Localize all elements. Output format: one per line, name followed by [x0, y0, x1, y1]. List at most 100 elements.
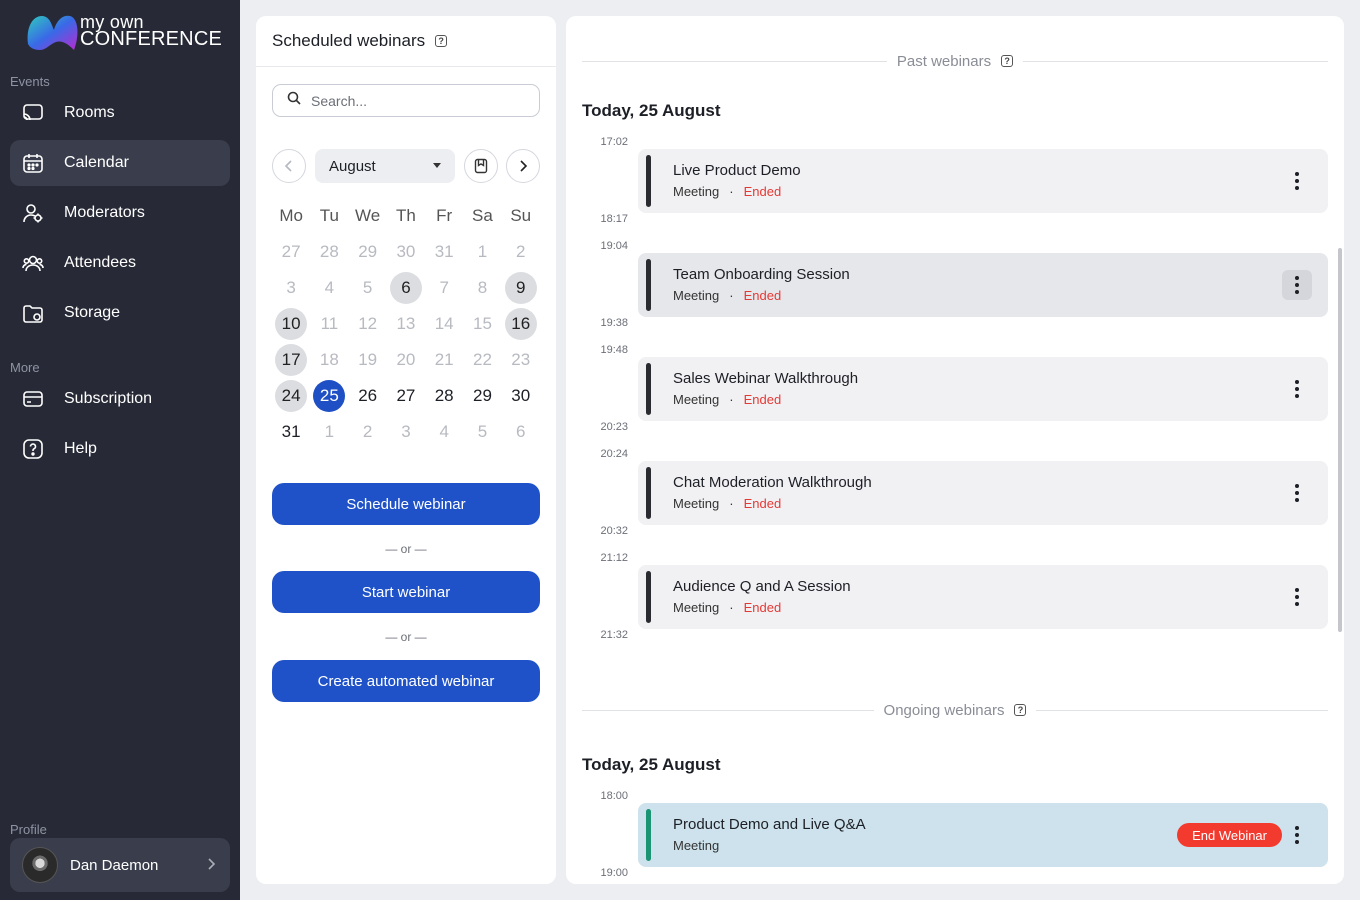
calendar-day[interactable]: 27	[387, 378, 425, 414]
bookmark-button[interactable]	[464, 149, 498, 183]
event-start-time: 20:24	[600, 448, 628, 460]
calendar-day[interactable]: 23	[502, 342, 540, 378]
more-options-button[interactable]	[1282, 374, 1312, 404]
event-status-bar	[646, 467, 651, 519]
more-options-button[interactable]	[1282, 820, 1312, 850]
weekday-label: Sa	[472, 206, 493, 225]
help-tooltip-icon[interactable]: ?	[1001, 55, 1014, 67]
start-webinar-button[interactable]: Start webinar	[272, 571, 540, 613]
calendar-day[interactable]: 31	[425, 234, 463, 270]
brand-logo[interactable]: my own CONFERENCE	[24, 10, 222, 54]
event-type: Meeting	[673, 184, 720, 199]
event-start-time: 19:04	[600, 240, 628, 252]
prev-month-button[interactable]	[272, 149, 306, 183]
event-status: Ended	[743, 600, 782, 615]
meta-separator: ·	[729, 600, 734, 615]
calendar-day[interactable]: 30	[387, 234, 425, 270]
calendar-day[interactable]: 2	[349, 414, 387, 450]
calendar-day[interactable]: 8	[463, 270, 501, 306]
sidebar-item-attendees[interactable]: Attendees	[10, 240, 230, 286]
event-card[interactable]: Sales Webinar Walkthrough Meeting · Ende…	[638, 357, 1328, 421]
sidebar-item-storage[interactable]: Storage	[10, 290, 230, 336]
calendar-day-with-events[interactable]: 6	[387, 270, 425, 306]
calendar-day[interactable]: 19	[349, 342, 387, 378]
more-options-button[interactable]	[1282, 166, 1312, 196]
event-end-time: 19:38	[600, 317, 628, 329]
calendar-day[interactable]: 31	[272, 414, 310, 450]
calendar-day[interactable]: 22	[463, 342, 501, 378]
chevron-left-icon	[284, 160, 292, 172]
calendar-week: 17 18 19 20 21 22 23	[272, 342, 540, 378]
calendar-day[interactable]: 3	[387, 414, 425, 450]
end-webinar-button[interactable]: End Webinar	[1177, 823, 1282, 847]
calendar-day[interactable]: 27	[272, 234, 310, 270]
more-options-button[interactable]	[1282, 582, 1312, 612]
event-card[interactable]: Live Product Demo Meeting · Ended	[638, 149, 1328, 213]
divider-line	[1036, 709, 1329, 711]
calendar-day[interactable]: 29	[463, 378, 501, 414]
weekday-label: Fr	[436, 206, 453, 225]
calendar-day[interactable]: 1	[463, 234, 501, 270]
sidebar-item-calendar[interactable]: Calendar	[10, 140, 230, 186]
calendar-day-with-events[interactable]: 10	[272, 306, 310, 342]
divider-line	[1023, 60, 1328, 62]
schedule-webinar-button[interactable]: Schedule webinar	[272, 483, 540, 525]
calendar-day[interactable]: 28	[425, 378, 463, 414]
sidebar-item-subscription[interactable]: Subscription	[10, 376, 230, 422]
scrollbar[interactable]	[1338, 248, 1342, 632]
calendar-day-with-events[interactable]: 16	[502, 306, 540, 342]
event-card[interactable]: Audience Q and A Session Meeting · Ended	[638, 565, 1328, 629]
ongoing-event-card[interactable]: Product Demo and Live Q&A Meeting End We…	[638, 803, 1328, 867]
moderator-icon	[22, 202, 44, 224]
help-tooltip-icon[interactable]: ?	[1014, 704, 1027, 716]
calendar-week: 3 4 5 6 7 8 9	[272, 270, 540, 306]
calendar-day[interactable]: 4	[425, 414, 463, 450]
calendar-day[interactable]: 15	[463, 306, 501, 342]
section-title-text: Past webinars	[896, 52, 992, 70]
event-card[interactable]: Team Onboarding Session Meeting · Ended	[638, 253, 1328, 317]
calendar-day[interactable]: 2	[502, 234, 540, 270]
profile-card[interactable]: Dan Daemon	[10, 838, 230, 892]
more-options-button[interactable]	[1282, 478, 1312, 508]
or-separator: — or —	[385, 542, 427, 556]
search-box[interactable]	[272, 84, 540, 117]
calendar-day-with-events[interactable]: 9	[502, 270, 540, 306]
calendar-day[interactable]: 14	[425, 306, 463, 342]
event-status-bar	[646, 809, 651, 861]
calendar-day[interactable]: 5	[349, 270, 387, 306]
brand-wordmark: my own CONFERENCE	[80, 13, 222, 49]
calendar-day-with-events[interactable]: 17	[272, 342, 310, 378]
calendar-day[interactable]: 28	[310, 234, 348, 270]
sidebar-item-moderators[interactable]: Moderators	[10, 190, 230, 236]
calendar-day[interactable]: 6	[502, 414, 540, 450]
search-input[interactable]	[311, 92, 511, 109]
sidebar-item-help[interactable]: Help	[10, 426, 230, 472]
calendar-day-today[interactable]: 25	[310, 378, 348, 414]
calendar-day[interactable]: 29	[349, 234, 387, 270]
calendar-day[interactable]: 11	[310, 306, 348, 342]
help-tooltip-icon[interactable]: ?	[435, 35, 448, 47]
calendar-day[interactable]: 26	[349, 378, 387, 414]
calendar-day[interactable]: 12	[349, 306, 387, 342]
calendar-day-with-events[interactable]: 24	[272, 378, 310, 414]
month-select[interactable]: August	[315, 149, 455, 183]
calendar-day[interactable]: 13	[387, 306, 425, 342]
calendar-day[interactable]: 20	[387, 342, 425, 378]
calendar-day[interactable]: 7	[425, 270, 463, 306]
month-select-value: August	[329, 157, 376, 175]
create-automated-webinar-button[interactable]: Create automated webinar	[272, 660, 540, 702]
event-status-bar	[646, 155, 651, 207]
calendar-day[interactable]: 3	[272, 270, 310, 306]
sidebar-item-rooms[interactable]: Rooms	[10, 90, 230, 136]
more-options-button[interactable]	[1282, 270, 1312, 300]
calendar-week: 31 1 2 3 4 5 6	[272, 414, 540, 450]
calendar-day[interactable]: 30	[502, 378, 540, 414]
calendar-day[interactable]: 1	[310, 414, 348, 450]
calendar-day[interactable]: 4	[310, 270, 348, 306]
calendar-day[interactable]: 21	[425, 342, 463, 378]
next-month-button[interactable]	[506, 149, 540, 183]
event-card[interactable]: Chat Moderation Walkthrough Meeting · En…	[638, 461, 1328, 525]
calendar-day[interactable]: 5	[463, 414, 501, 450]
sidebar-item-label: Help	[64, 440, 97, 457]
calendar-day[interactable]: 18	[310, 342, 348, 378]
